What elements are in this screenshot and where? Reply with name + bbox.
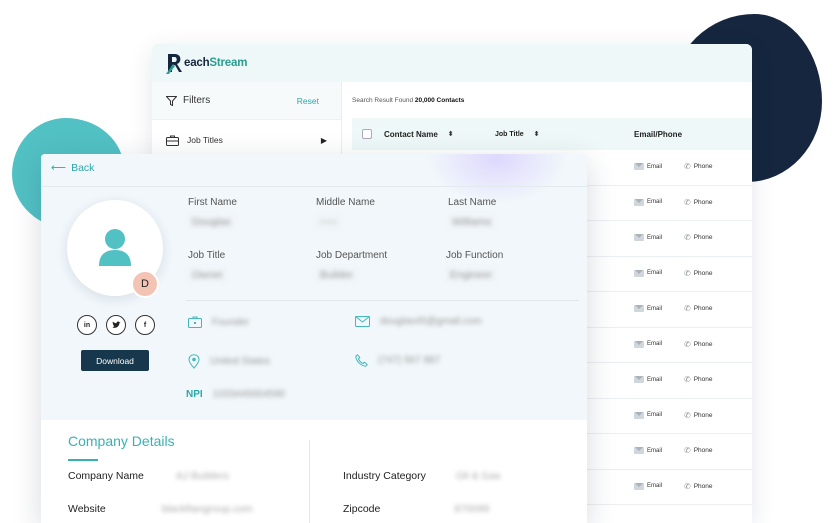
contact-npi: NPI 1033445654590 — [186, 389, 285, 400]
phone-action[interactable]: ✆ Phone — [684, 233, 713, 242]
phone-icon: ✆ — [684, 197, 691, 207]
company-name-row: Company Name AJ Builders — [68, 470, 229, 482]
logo-mark-icon — [166, 54, 182, 74]
email-action[interactable]: Email — [634, 305, 662, 312]
phone-action[interactable]: ✆ Phone — [684, 304, 713, 313]
profile-summary: ⟵ Back D in f Download First Name Dougla… — [41, 154, 587, 420]
job-title-field: Job Title Owner — [188, 250, 227, 282]
sort-icon: ⬍ — [533, 131, 540, 138]
contact-profile-card: ⟵ Back D in f Download First Name Dougla… — [41, 154, 587, 523]
middle-name-field: Middle Name ----- — [316, 197, 375, 229]
mail-icon — [634, 269, 644, 277]
linkedin-icon[interactable]: in — [77, 315, 97, 335]
phone-action[interactable]: ✆ Phone — [684, 340, 713, 349]
mail-icon — [634, 376, 644, 383]
phone-icon: ✆ — [684, 162, 691, 171]
phone-icon: ✆ — [684, 304, 691, 313]
facebook-icon[interactable]: f — [135, 315, 155, 335]
phone-icon: ✆ — [684, 233, 691, 242]
job-department-field: Job Department Builder — [316, 250, 388, 282]
logo-text-dark: each — [184, 57, 210, 69]
phone-icon: ✆ — [684, 446, 691, 455]
user-avatar-icon — [99, 229, 131, 266]
contact-email[interactable]: douglas45@gmail.com — [355, 316, 482, 327]
phone-icon: ✆ — [684, 410, 691, 420]
email-action[interactable]: Email — [634, 198, 662, 206]
briefcase-icon — [166, 135, 179, 146]
phone-action[interactable]: ✆ Phone — [684, 162, 713, 171]
col-email-phone: Email/Phone — [634, 129, 683, 139]
mail-icon — [634, 163, 644, 170]
job-function-field: Job Function Engineer — [446, 250, 504, 282]
mail-icon — [634, 198, 644, 206]
location-pin-icon — [188, 354, 200, 369]
expand-arrow-icon: ▶ — [320, 135, 327, 145]
phone-action[interactable]: ✆ Phone — [684, 375, 713, 384]
email-action[interactable]: Email — [634, 482, 662, 490]
reachstream-logo[interactable]: eachStream — [166, 52, 247, 74]
contact-title: Founder — [188, 316, 249, 328]
phone-icon: ✆ — [684, 375, 691, 384]
company-details-title: Company Details — [68, 433, 175, 449]
result-summary: Search Result Found 20,000 Contacts — [352, 96, 465, 104]
job-titles-label: Job Titles — [187, 135, 223, 145]
mail-icon — [634, 482, 644, 490]
phone-action[interactable]: ✆ Phone — [684, 446, 713, 455]
table-header: Contact Name ⬍ Job Title ⬍ Email/Phone — [352, 118, 752, 150]
email-action[interactable]: Email — [634, 269, 662, 277]
mail-icon — [634, 305, 644, 312]
phone-action[interactable]: ✆ Phone — [684, 411, 713, 420]
phone-icon: ✆ — [684, 268, 691, 278]
email-action[interactable]: Email — [634, 234, 662, 241]
col-job-title[interactable]: Job Title ⬍ — [495, 130, 540, 139]
phone-icon: ✆ — [684, 481, 691, 491]
mail-icon — [634, 340, 644, 348]
download-button[interactable]: Download — [81, 350, 149, 371]
phone-icon — [355, 354, 368, 367]
select-all-checkbox[interactable] — [362, 129, 372, 139]
contact-location: United States — [188, 354, 270, 369]
mail-icon — [634, 234, 644, 241]
email-action[interactable]: Email — [634, 447, 662, 454]
last-name-field: Last Name Williams — [448, 197, 497, 229]
mail-icon — [634, 411, 644, 419]
zipcode-row: Zipcode 870099 — [343, 503, 490, 515]
website-row: Website blackfiangroup.com — [68, 503, 253, 515]
logo-text-accent: Stream — [209, 57, 248, 69]
social-links: in f — [77, 315, 155, 335]
initial-badge: D — [131, 270, 159, 298]
sort-icon: ⬍ — [447, 131, 454, 138]
reset-link[interactable]: Reset — [297, 96, 319, 106]
briefcase-icon — [188, 316, 202, 328]
phone-action[interactable]: ✆ Phone — [684, 269, 713, 278]
first-name-field: First Name Douglas — [188, 197, 237, 229]
filters-label: Filters — [183, 95, 211, 106]
email-action[interactable]: Email — [634, 411, 662, 419]
phone-icon: ✆ — [684, 339, 691, 349]
email-action[interactable]: Email — [634, 340, 662, 348]
phone-action[interactable]: ✆ Phone — [684, 198, 713, 207]
filter-funnel-icon — [166, 95, 177, 106]
mail-icon — [355, 316, 370, 327]
contact-phone[interactable]: (747) 567 887 — [355, 354, 440, 367]
mail-icon — [634, 447, 644, 454]
filters-header: Filters Reset — [152, 82, 341, 120]
back-button[interactable]: ⟵ Back — [51, 162, 94, 174]
email-action[interactable]: Email — [634, 376, 662, 383]
col-contact-name[interactable]: Contact Name ⬍ — [384, 130, 454, 139]
twitter-icon[interactable] — [106, 315, 126, 335]
phone-action[interactable]: ✆ Phone — [684, 482, 713, 491]
industry-row: Industry Category Oil & Gas — [343, 470, 501, 482]
email-action[interactable]: Email — [634, 163, 662, 170]
result-count: 20,000 Contacts — [414, 96, 465, 104]
arrow-left-icon: ⟵ — [51, 162, 67, 174]
app-header: eachStream — [152, 44, 752, 82]
